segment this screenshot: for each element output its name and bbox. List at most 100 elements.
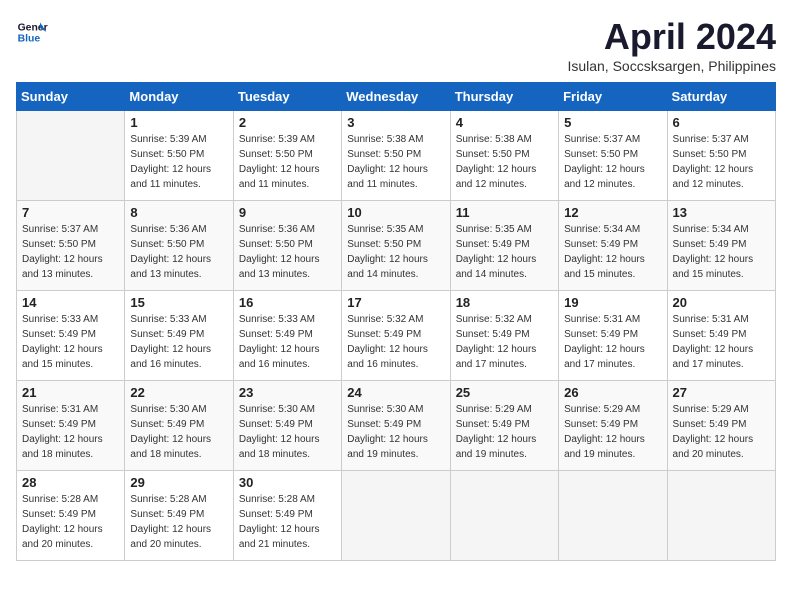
day-number: 19 xyxy=(564,295,661,310)
location-subtitle: Isulan, Soccsksargen, Philippines xyxy=(567,58,776,74)
calendar-cell: 29 Sunrise: 5:28 AM Sunset: 5:49 PM Dayli… xyxy=(125,471,233,561)
day-info: Sunrise: 5:28 AM Sunset: 5:49 PM Dayligh… xyxy=(239,492,336,552)
calendar-week-row: 1 Sunrise: 5:39 AM Sunset: 5:50 PM Daylig… xyxy=(17,111,776,201)
month-title: April 2024 xyxy=(567,16,776,58)
calendar-table: SundayMondayTuesdayWednesdayThursdayFrid… xyxy=(16,82,776,561)
day-info: Sunrise: 5:30 AM Sunset: 5:49 PM Dayligh… xyxy=(347,402,444,462)
calendar-cell: 1 Sunrise: 5:39 AM Sunset: 5:50 PM Daylig… xyxy=(125,111,233,201)
calendar-cell: 6 Sunrise: 5:37 AM Sunset: 5:50 PM Daylig… xyxy=(667,111,775,201)
calendar-body: 1 Sunrise: 5:39 AM Sunset: 5:50 PM Daylig… xyxy=(17,111,776,561)
weekday-header-tuesday: Tuesday xyxy=(233,83,341,111)
calendar-cell: 7 Sunrise: 5:37 AM Sunset: 5:50 PM Daylig… xyxy=(17,201,125,291)
weekday-header-sunday: Sunday xyxy=(17,83,125,111)
day-number: 5 xyxy=(564,115,661,130)
day-number: 27 xyxy=(673,385,770,400)
logo: General Blue xyxy=(16,16,48,48)
day-number: 9 xyxy=(239,205,336,220)
logo-icon: General Blue xyxy=(16,16,48,48)
calendar-cell: 25Sunrise: 5:29 AM Sunset: 5:49 PM Dayli… xyxy=(450,381,558,471)
calendar-cell: 2Sunrise: 5:39 AM Sunset: 5:50 PM Daylig… xyxy=(233,111,341,201)
day-info: Sunrise: 5:28 AM Sunset: 5:49 PM Dayligh… xyxy=(130,492,227,552)
day-info: Sunrise: 5:33 AM Sunset: 5:49 PM Dayligh… xyxy=(239,312,336,372)
day-number: 8 xyxy=(130,205,227,220)
day-number: 16 xyxy=(239,295,336,310)
calendar-cell: 5 Sunrise: 5:37 AM Sunset: 5:50 PM Daylig… xyxy=(559,111,667,201)
header: General Blue April 2024 Isulan, Soccsksa… xyxy=(16,16,776,74)
day-number: 17 xyxy=(347,295,444,310)
calendar-cell: 30 Sunrise: 5:28 AM Sunset: 5:49 PM Dayli… xyxy=(233,471,341,561)
day-info: Sunrise: 5:38 AM Sunset: 5:50 PM Dayligh… xyxy=(456,132,553,192)
day-number: 10 xyxy=(347,205,444,220)
day-number: 12 xyxy=(564,205,661,220)
day-number: 13 xyxy=(673,205,770,220)
calendar-header-row: SundayMondayTuesdayWednesdayThursdayFrid… xyxy=(17,83,776,111)
day-info: Sunrise: 5:31 AM Sunset: 5:49 PM Dayligh… xyxy=(22,402,119,462)
calendar-cell: 8 Sunrise: 5:36 AM Sunset: 5:50 PM Daylig… xyxy=(125,201,233,291)
day-number: 22 xyxy=(130,385,227,400)
calendar-cell xyxy=(559,471,667,561)
calendar-cell: 4Sunrise: 5:38 AM Sunset: 5:50 PM Daylig… xyxy=(450,111,558,201)
weekday-header-thursday: Thursday xyxy=(450,83,558,111)
calendar-cell xyxy=(450,471,558,561)
day-number: 7 xyxy=(22,205,119,220)
weekday-header-friday: Friday xyxy=(559,83,667,111)
calendar-cell xyxy=(17,111,125,201)
day-number: 6 xyxy=(673,115,770,130)
calendar-cell: 26 Sunrise: 5:29 AM Sunset: 5:49 PM Dayli… xyxy=(559,381,667,471)
calendar-cell xyxy=(342,471,450,561)
day-info: Sunrise: 5:35 AM Sunset: 5:49 PM Dayligh… xyxy=(456,222,553,282)
day-number: 30 xyxy=(239,475,336,490)
day-info: Sunrise: 5:29 AM Sunset: 5:49 PM Dayligh… xyxy=(673,402,770,462)
calendar-cell: 3Sunrise: 5:38 AM Sunset: 5:50 PM Daylig… xyxy=(342,111,450,201)
day-info: Sunrise: 5:28 AM Sunset: 5:49 PM Dayligh… xyxy=(22,492,119,552)
day-info: Sunrise: 5:33 AM Sunset: 5:49 PM Dayligh… xyxy=(130,312,227,372)
day-number: 3 xyxy=(347,115,444,130)
calendar-cell: 16 Sunrise: 5:33 AM Sunset: 5:49 PM Dayli… xyxy=(233,291,341,381)
day-number: 29 xyxy=(130,475,227,490)
day-info: Sunrise: 5:30 AM Sunset: 5:49 PM Dayligh… xyxy=(130,402,227,462)
calendar-cell: 14 Sunrise: 5:33 AM Sunset: 5:49 PM Dayli… xyxy=(17,291,125,381)
day-info: Sunrise: 5:37 AM Sunset: 5:50 PM Dayligh… xyxy=(22,222,119,282)
calendar-cell: 27 Sunrise: 5:29 AM Sunset: 5:49 PM Dayli… xyxy=(667,381,775,471)
calendar-cell: 17 Sunrise: 5:32 AM Sunset: 5:49 PM Dayli… xyxy=(342,291,450,381)
day-info: Sunrise: 5:39 AM Sunset: 5:50 PM Dayligh… xyxy=(130,132,227,192)
day-info: Sunrise: 5:32 AM Sunset: 5:49 PM Dayligh… xyxy=(456,312,553,372)
calendar-cell: 23 Sunrise: 5:30 AM Sunset: 5:49 PM Dayli… xyxy=(233,381,341,471)
day-number: 25 xyxy=(456,385,553,400)
day-info: Sunrise: 5:29 AM Sunset: 5:49 PM Dayligh… xyxy=(564,402,661,462)
day-info: Sunrise: 5:31 AM Sunset: 5:49 PM Dayligh… xyxy=(673,312,770,372)
day-number: 14 xyxy=(22,295,119,310)
weekday-header-saturday: Saturday xyxy=(667,83,775,111)
calendar-week-row: 28 Sunrise: 5:28 AM Sunset: 5:49 PM Dayli… xyxy=(17,471,776,561)
day-number: 24 xyxy=(347,385,444,400)
day-number: 11 xyxy=(456,205,553,220)
calendar-cell: 19 Sunrise: 5:31 AM Sunset: 5:49 PM Dayli… xyxy=(559,291,667,381)
day-info: Sunrise: 5:34 AM Sunset: 5:49 PM Dayligh… xyxy=(673,222,770,282)
day-info: Sunrise: 5:33 AM Sunset: 5:49 PM Dayligh… xyxy=(22,312,119,372)
day-number: 23 xyxy=(239,385,336,400)
calendar-cell: 11 Sunrise: 5:35 AM Sunset: 5:49 PM Dayli… xyxy=(450,201,558,291)
day-info: Sunrise: 5:36 AM Sunset: 5:50 PM Dayligh… xyxy=(130,222,227,282)
day-info: Sunrise: 5:31 AM Sunset: 5:49 PM Dayligh… xyxy=(564,312,661,372)
calendar-week-row: 14 Sunrise: 5:33 AM Sunset: 5:49 PM Dayli… xyxy=(17,291,776,381)
calendar-cell: 9Sunrise: 5:36 AM Sunset: 5:50 PM Daylig… xyxy=(233,201,341,291)
calendar-cell: 12 Sunrise: 5:34 AM Sunset: 5:49 PM Dayli… xyxy=(559,201,667,291)
weekday-header-wednesday: Wednesday xyxy=(342,83,450,111)
day-number: 20 xyxy=(673,295,770,310)
day-number: 2 xyxy=(239,115,336,130)
calendar-cell: 15Sunrise: 5:33 AM Sunset: 5:49 PM Dayli… xyxy=(125,291,233,381)
day-info: Sunrise: 5:30 AM Sunset: 5:49 PM Dayligh… xyxy=(239,402,336,462)
weekday-header-monday: Monday xyxy=(125,83,233,111)
day-info: Sunrise: 5:34 AM Sunset: 5:49 PM Dayligh… xyxy=(564,222,661,282)
day-number: 26 xyxy=(564,385,661,400)
calendar-week-row: 7 Sunrise: 5:37 AM Sunset: 5:50 PM Daylig… xyxy=(17,201,776,291)
calendar-cell: 20 Sunrise: 5:31 AM Sunset: 5:49 PM Dayli… xyxy=(667,291,775,381)
title-area: April 2024 Isulan, Soccsksargen, Philipp… xyxy=(567,16,776,74)
day-info: Sunrise: 5:37 AM Sunset: 5:50 PM Dayligh… xyxy=(564,132,661,192)
day-info: Sunrise: 5:37 AM Sunset: 5:50 PM Dayligh… xyxy=(673,132,770,192)
day-info: Sunrise: 5:32 AM Sunset: 5:49 PM Dayligh… xyxy=(347,312,444,372)
svg-text:Blue: Blue xyxy=(18,34,41,45)
calendar-cell: 10Sunrise: 5:35 AM Sunset: 5:50 PM Dayli… xyxy=(342,201,450,291)
day-number: 28 xyxy=(22,475,119,490)
day-number: 1 xyxy=(130,115,227,130)
